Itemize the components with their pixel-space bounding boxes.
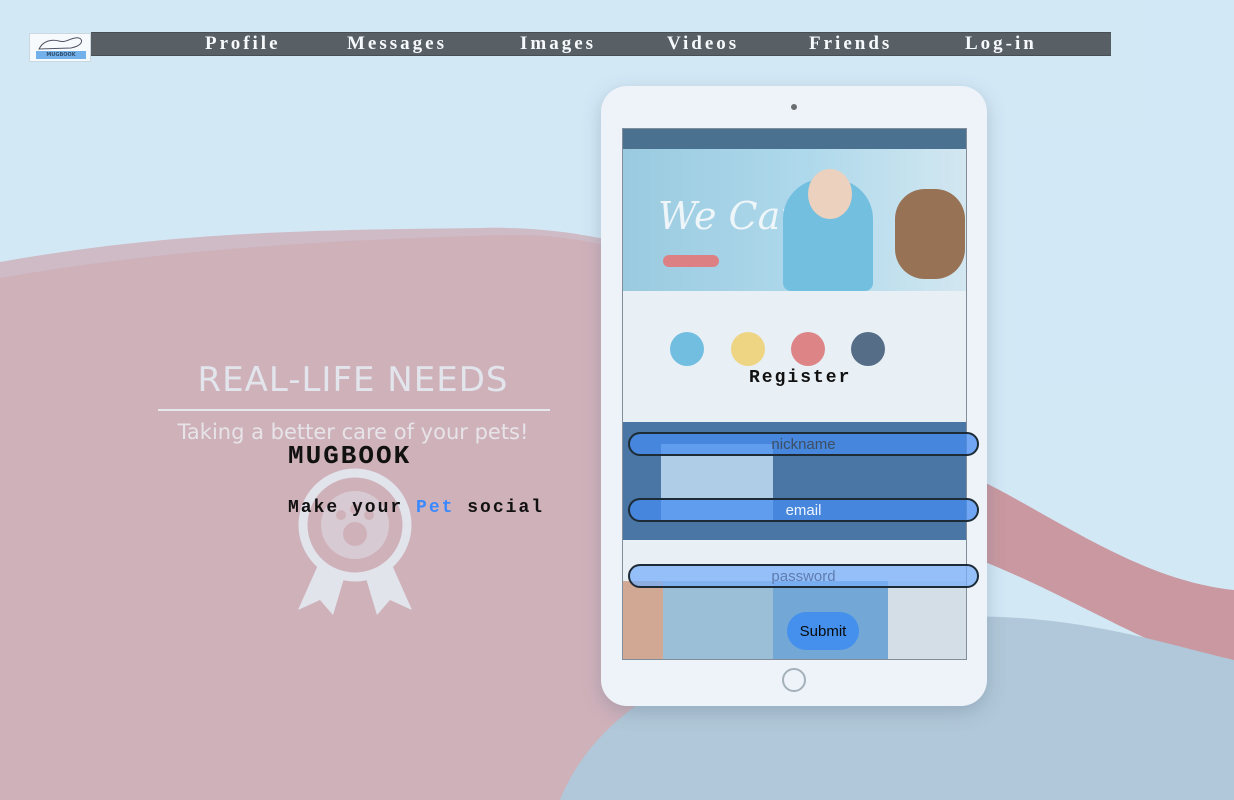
- thermometer-icon: [791, 332, 825, 366]
- tablet-home-button: [782, 668, 806, 692]
- tablet-mockup: We Care: [601, 86, 987, 706]
- gallery-photo: [623, 581, 663, 659]
- food-bowl-icon: [731, 332, 765, 366]
- nav-item-friends[interactable]: Friends: [809, 33, 892, 55]
- screen-header-bar: [623, 129, 966, 149]
- nav-item-profile[interactable]: Profile: [205, 33, 281, 55]
- submit-button[interactable]: Submit: [787, 612, 859, 650]
- gallery-photo: [663, 581, 773, 659]
- tablet-camera: [791, 104, 797, 110]
- nav-item-messages[interactable]: Messages: [347, 33, 447, 55]
- screen-hero: We Care: [623, 149, 966, 291]
- promo-heading: REAL-LIFE NEEDS: [197, 360, 509, 400]
- tagline-text-end: social: [454, 498, 545, 518]
- email-input[interactable]: [628, 498, 979, 522]
- nav-item-images[interactable]: Images: [520, 33, 596, 55]
- password-input[interactable]: [628, 564, 979, 588]
- nav-item-videos[interactable]: Videos: [667, 33, 739, 55]
- vet-head: [808, 169, 852, 219]
- tagline-text: Make your: [288, 498, 417, 518]
- register-title: Register: [749, 368, 852, 388]
- nav-item-log-in[interactable]: Log-in: [965, 33, 1037, 55]
- nickname-input[interactable]: [628, 432, 979, 456]
- screen-hero-button: [663, 255, 719, 267]
- tagline-highlight: Pet: [416, 498, 455, 518]
- paw-icon: [670, 332, 704, 366]
- gallery-photo: [888, 581, 966, 659]
- top-navbar: Profile Messages Images Videos Friends L…: [91, 32, 1111, 56]
- brand-title: MUGBOOK: [288, 441, 412, 471]
- brand-tagline: Make your Pet social: [288, 498, 544, 518]
- mugbook-logo[interactable]: MUGBOOK: [29, 33, 91, 62]
- dog-silhouette-icon: [38, 37, 82, 50]
- logo-label: MUGBOOK: [36, 51, 86, 59]
- dog-figure: [895, 189, 965, 279]
- promo-divider: [158, 409, 550, 411]
- pet-carrier-icon: [851, 332, 885, 366]
